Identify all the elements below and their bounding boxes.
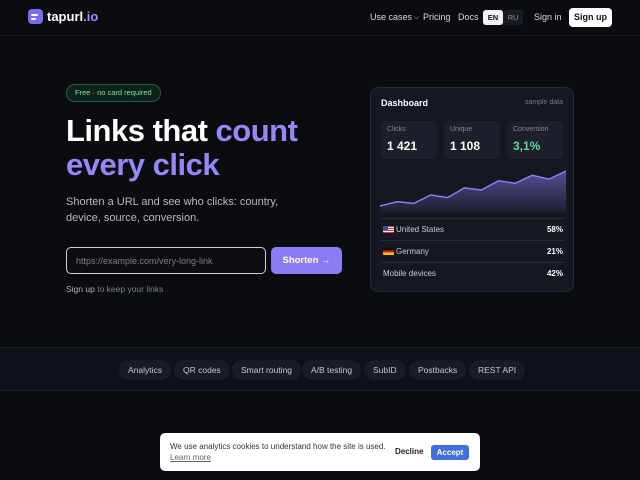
us-flag-icon: [383, 225, 394, 233]
nav-use-cases[interactable]: Use cases ⌵: [370, 12, 419, 23]
features-band: Analytics QR codes Smart routing A/B tes…: [0, 347, 640, 391]
country-row-de: Germany 21%: [381, 240, 565, 260]
nav-use-cases-label: Use cases: [370, 12, 413, 22]
row-value: 58%: [546, 225, 563, 234]
logo-name: tapurl: [47, 9, 84, 24]
cookie-text: We use analytics cookies to understand h…: [170, 442, 386, 451]
logo-text[interactable]: tapurl.io: [47, 9, 98, 24]
signup-note-link[interactable]: Sign up: [66, 284, 95, 294]
nav-docs[interactable]: Docs: [458, 12, 479, 22]
feature-pill[interactable]: Analytics: [119, 360, 172, 380]
row-value: 21%: [546, 247, 563, 256]
stat-conversion: Conversion 3,1%: [507, 121, 563, 159]
accept-button[interactable]: Accept: [431, 445, 469, 460]
feature-pill[interactable]: Smart routing: [232, 360, 302, 380]
nav-pricing[interactable]: Pricing: [423, 12, 451, 22]
decline-button[interactable]: Decline: [395, 447, 423, 456]
lang-en-button[interactable]: EN: [483, 10, 503, 25]
row-label-text: Germany: [396, 247, 429, 256]
shorten-button[interactable]: Shorten →: [271, 247, 342, 274]
stat-label: Conversion: [513, 126, 549, 133]
top-header: tapurl.io Use cases ⌵ Pricing Docs EN RU …: [0, 0, 640, 36]
signup-note-text: to keep your links: [94, 284, 164, 294]
stat-unique: Unique 1 108: [444, 121, 500, 159]
sample-data-tag: sample data: [524, 99, 563, 106]
dashboard-card: Dashboard sample data Clicks 1 421 Uniqu…: [370, 87, 574, 292]
feature-pill[interactable]: REST API: [469, 360, 526, 380]
url-input[interactable]: [66, 247, 266, 274]
hero-title-accent1: count: [215, 113, 298, 148]
row-value: 42%: [546, 269, 563, 278]
de-flag-icon: [383, 247, 394, 255]
sign-up-button[interactable]: Sign up: [569, 8, 612, 27]
feature-pill[interactable]: QR codes: [174, 360, 230, 380]
logo-tld: .io: [83, 9, 99, 24]
stat-value: 3,1%: [513, 139, 541, 153]
learn-more-link[interactable]: Learn more: [170, 453, 211, 462]
hero-title-accent2: every click: [66, 147, 220, 182]
hero-title: Links that count every click: [66, 113, 298, 182]
hero-title-line1: Links that: [66, 113, 216, 148]
clicks-chart: [380, 170, 566, 213]
chevron-down-icon: ⌵: [414, 14, 420, 21]
stat-value: 1 108: [450, 139, 481, 153]
lang-ru-button[interactable]: RU: [503, 10, 523, 25]
cookie-banner: We use analytics cookies to understand h…: [160, 433, 480, 471]
language-switcher: EN RU: [483, 10, 523, 25]
stat-value: 1 421: [387, 139, 418, 153]
feature-pill[interactable]: A/B testing: [302, 360, 362, 380]
feature-pill[interactable]: SubID: [364, 360, 406, 380]
stat-clicks: Clicks 1 421: [381, 121, 437, 159]
feature-pill[interactable]: Postbacks: [409, 360, 467, 380]
stat-label: Clicks: [387, 126, 406, 133]
row-label: Mobile devices: [383, 269, 436, 278]
stat-label: Unique: [450, 126, 473, 133]
free-badge: Free · no card required: [66, 84, 161, 102]
device-row-mobile: Mobile devices 42%: [381, 262, 565, 282]
row-label: Germany: [383, 247, 429, 256]
hero-subtitle: Shorten a URL and see who clicks: countr…: [66, 196, 279, 224]
logo-icon[interactable]: [28, 9, 43, 24]
dashboard-title: Dashboard: [381, 98, 429, 108]
row-label: United States: [383, 225, 444, 234]
signup-note: Sign up to keep your links: [66, 284, 163, 294]
country-row-us: United States 58%: [381, 218, 565, 238]
row-label-text: United States: [396, 225, 445, 234]
sign-in-link[interactable]: Sign in: [534, 12, 562, 22]
